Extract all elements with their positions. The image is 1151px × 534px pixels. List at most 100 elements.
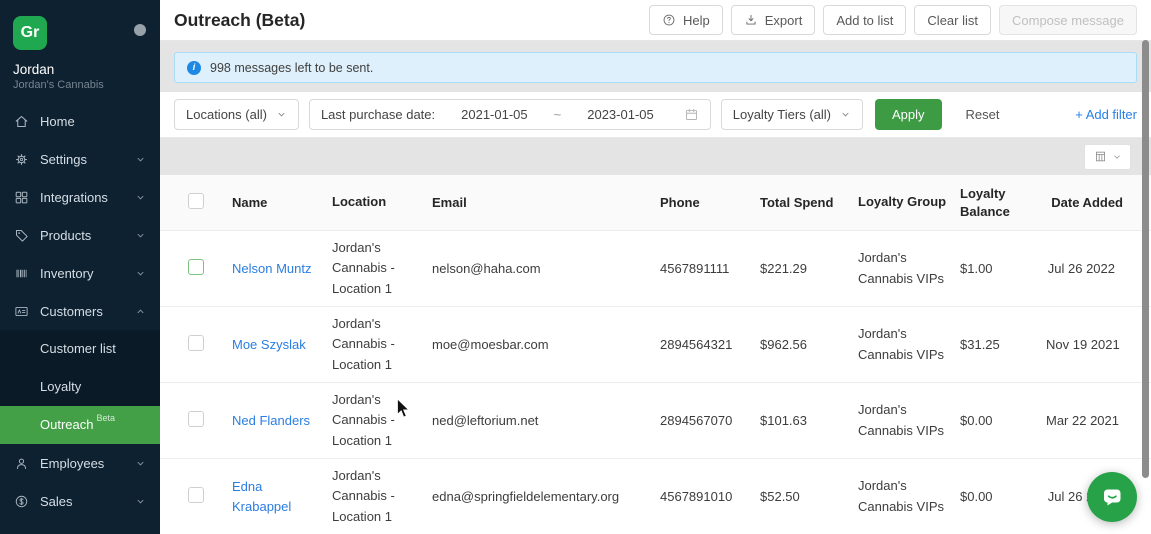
sidebar-item-customers[interactable]: Customers bbox=[0, 292, 160, 330]
sidebar-subitem-label: Loyalty bbox=[40, 379, 81, 394]
dollar-circle-icon bbox=[14, 494, 29, 509]
cell-phone: 2894564321 bbox=[660, 337, 760, 352]
button-label: Add to list bbox=[836, 13, 893, 28]
loyalty-tiers-filter-dropdown[interactable]: Loyalty Tiers (all) bbox=[721, 99, 863, 130]
table-row: Edna KrabappelJordan's Cannabis - Locati… bbox=[160, 458, 1151, 534]
table-tools bbox=[160, 138, 1151, 175]
cell-balance: $1.00 bbox=[960, 261, 1046, 276]
info-banner: i 998 messages left to be sent. bbox=[174, 52, 1137, 83]
gear-icon bbox=[14, 152, 29, 167]
cell-group: Jordan's Cannabis VIPs bbox=[858, 400, 960, 440]
column-header-group: Loyalty Group bbox=[858, 192, 960, 212]
export-button[interactable]: Export bbox=[731, 5, 816, 35]
cell-date: Jul 26 2022 bbox=[1046, 261, 1123, 276]
row-checkbox[interactable] bbox=[188, 335, 204, 351]
calendar-icon bbox=[684, 107, 699, 122]
row-select-cell bbox=[188, 259, 232, 278]
row-select-cell bbox=[188, 411, 232, 430]
apply-button[interactable]: Apply bbox=[875, 99, 942, 130]
sidebar-item-sales[interactable]: Sales bbox=[0, 482, 160, 520]
help-button[interactable]: Help bbox=[649, 5, 723, 35]
row-checkbox[interactable] bbox=[188, 259, 204, 275]
cell-name: Ned Flanders bbox=[232, 411, 332, 431]
column-header-name: Name bbox=[232, 194, 332, 212]
idcard-icon bbox=[14, 304, 29, 319]
date-range-filter[interactable]: Last purchase date: 2021-01-05 ~ 2023-01… bbox=[309, 99, 711, 130]
button-label: Help bbox=[683, 13, 710, 28]
person-icon bbox=[14, 456, 29, 471]
customer-table: NameLocationEmailPhoneTotal SpendLoyalty… bbox=[160, 175, 1151, 534]
chat-launcher-button[interactable] bbox=[1087, 472, 1137, 522]
add-filter-button[interactable]: + Add filter bbox=[1075, 107, 1137, 122]
cell-name: Edna Krabappel bbox=[232, 477, 332, 516]
customer-name-link[interactable]: Ned Flanders bbox=[232, 413, 310, 428]
app-logo[interactable]: Gr bbox=[13, 16, 47, 50]
sidebar: Gr Jordan Jordan's Cannabis HomeSettings… bbox=[0, 0, 160, 534]
row-checkbox[interactable] bbox=[188, 411, 204, 427]
chevron-down-icon bbox=[135, 154, 146, 165]
chevron-up-icon bbox=[135, 306, 146, 317]
banner-text: 998 messages left to be sent. bbox=[210, 61, 373, 75]
cell-group: Jordan's Cannabis VIPs bbox=[858, 248, 960, 288]
table-header-row: NameLocationEmailPhoneTotal SpendLoyalty… bbox=[160, 175, 1151, 230]
table-columns-icon bbox=[1094, 150, 1107, 163]
sidebar-subitem-loyalty[interactable]: Loyalty bbox=[0, 368, 160, 406]
banner-container: i 998 messages left to be sent. bbox=[160, 41, 1151, 92]
sidebar-item-label: Inventory bbox=[40, 266, 93, 281]
customers-submenu: Customer list Loyalty OutreachBeta bbox=[0, 330, 160, 444]
customer-name-link[interactable]: Moe Szyslak bbox=[232, 337, 306, 352]
chevron-down-icon bbox=[135, 192, 146, 203]
select-all-checkbox[interactable] bbox=[188, 193, 204, 209]
cell-name: Nelson Muntz bbox=[232, 259, 332, 279]
chat-bubble-icon bbox=[1099, 484, 1125, 510]
user-name: Jordan bbox=[0, 50, 160, 79]
column-picker-button[interactable] bbox=[1084, 144, 1131, 170]
sidebar-collapse-dot[interactable] bbox=[134, 24, 146, 36]
table-body: Nelson Muntz Jordan's Cannabis - Location… bbox=[160, 230, 1151, 534]
beta-badge: Beta bbox=[96, 413, 115, 423]
locations-filter-dropdown[interactable]: Locations (all) bbox=[174, 99, 299, 130]
compose-message-button[interactable]: Compose message bbox=[999, 5, 1137, 35]
scrollbar-thumb[interactable] bbox=[1142, 40, 1149, 478]
app-root: Gr Jordan Jordan's Cannabis HomeSettings… bbox=[0, 0, 1151, 534]
download-icon bbox=[744, 13, 758, 27]
sidebar-item-settings[interactable]: Settings bbox=[0, 140, 160, 178]
column-header-location: Location bbox=[332, 192, 432, 212]
button-label: Export bbox=[765, 13, 803, 28]
cell-total: $962.56 bbox=[760, 337, 858, 352]
chevron-down-icon bbox=[135, 268, 146, 279]
cell-balance: $31.25 bbox=[960, 337, 1046, 352]
page-title: Outreach (Beta) bbox=[174, 10, 305, 31]
sidebar-item-inventory[interactable]: Inventory bbox=[0, 254, 160, 292]
cell-location: Jordan's Cannabis - Location 1 bbox=[332, 238, 432, 298]
sidebar-item-integrations[interactable]: Integrations bbox=[0, 178, 160, 216]
cell-total: $221.29 bbox=[760, 261, 858, 276]
sidebar-item-employees[interactable]: Employees bbox=[0, 444, 160, 482]
sidebar-item-label: Customers bbox=[40, 304, 103, 319]
date-range-separator: ~ bbox=[554, 107, 562, 122]
customer-name-link[interactable]: Edna Krabappel bbox=[232, 479, 291, 514]
date-range-label: Last purchase date: bbox=[321, 107, 435, 122]
sidebar-subitem-customer-list[interactable]: Customer list bbox=[0, 330, 160, 368]
button-label: Compose message bbox=[1012, 13, 1124, 28]
add-to-list-button[interactable]: Add to list bbox=[823, 5, 906, 35]
row-checkbox[interactable] bbox=[188, 487, 204, 503]
home-icon bbox=[14, 114, 29, 129]
sidebar-item-label: Home bbox=[40, 114, 75, 129]
sidebar-item-home[interactable]: Home bbox=[0, 102, 160, 140]
clear-list-button[interactable]: Clear list bbox=[914, 5, 991, 35]
row-select-cell bbox=[188, 335, 232, 354]
sidebar-item-label: Sales bbox=[40, 494, 73, 509]
date-to-value[interactable]: 2023-01-05 bbox=[587, 107, 654, 122]
reset-button[interactable]: Reset bbox=[966, 107, 1000, 122]
sidebar-subitem-outreach[interactable]: OutreachBeta bbox=[0, 406, 160, 444]
table-row: Nelson Muntz Jordan's Cannabis - Location… bbox=[160, 230, 1151, 306]
date-from-value[interactable]: 2021-01-05 bbox=[461, 107, 528, 122]
customer-name-link[interactable]: Nelson Muntz bbox=[232, 261, 311, 276]
chevron-down-icon bbox=[276, 109, 287, 120]
main-area: Outreach (Beta) Help Export Add to list Cle… bbox=[160, 0, 1151, 534]
sidebar-header: Gr bbox=[0, 0, 160, 50]
cell-date: Nov 19 2021 bbox=[1046, 337, 1123, 352]
sidebar-item-products[interactable]: Products bbox=[0, 216, 160, 254]
sidebar-subitem-label: Outreach bbox=[40, 417, 93, 432]
